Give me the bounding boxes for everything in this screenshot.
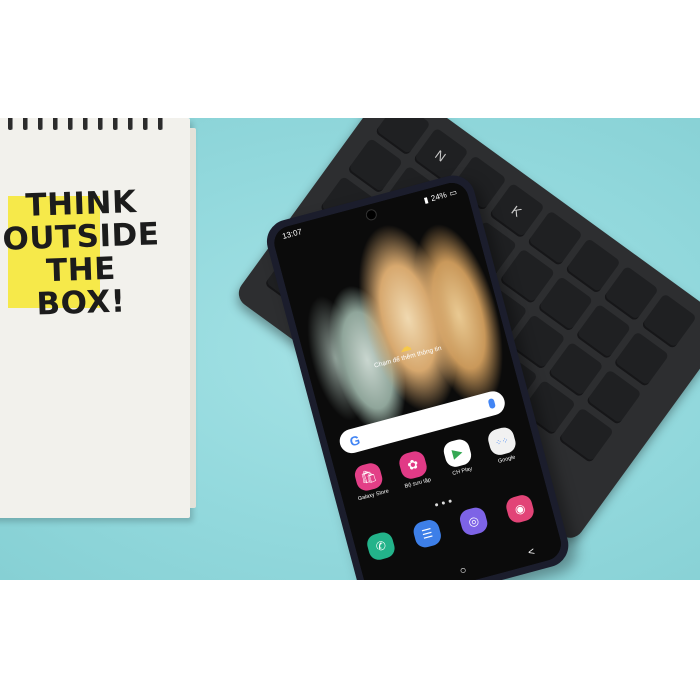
notebook: THINK OUTSIDE THE BOX! [0, 118, 196, 518]
home-button[interactable]: ○ [458, 564, 468, 577]
slogan-line: BOX! [35, 283, 127, 323]
notebook-spiral [8, 118, 162, 130]
notebook-edge [190, 128, 196, 508]
shopping-bag-icon: 🛍 [352, 461, 385, 493]
google-icon: G [347, 431, 362, 449]
signal-icon: ▮ [422, 194, 430, 205]
play-store-icon: ▶ [441, 437, 474, 470]
notebook-slogan: THINK OUTSIDE THE BOX! [0, 184, 166, 323]
google-folder-icon: ⁘⁘ [485, 425, 518, 458]
flower-icon: ✿ [397, 449, 429, 481]
status-battery: 24% [429, 189, 448, 203]
microphone-icon[interactable] [487, 397, 496, 410]
photo-scene: THINK OUTSIDE THE BOX! NKM<alt?cmd ⌘fnop… [0, 118, 700, 580]
